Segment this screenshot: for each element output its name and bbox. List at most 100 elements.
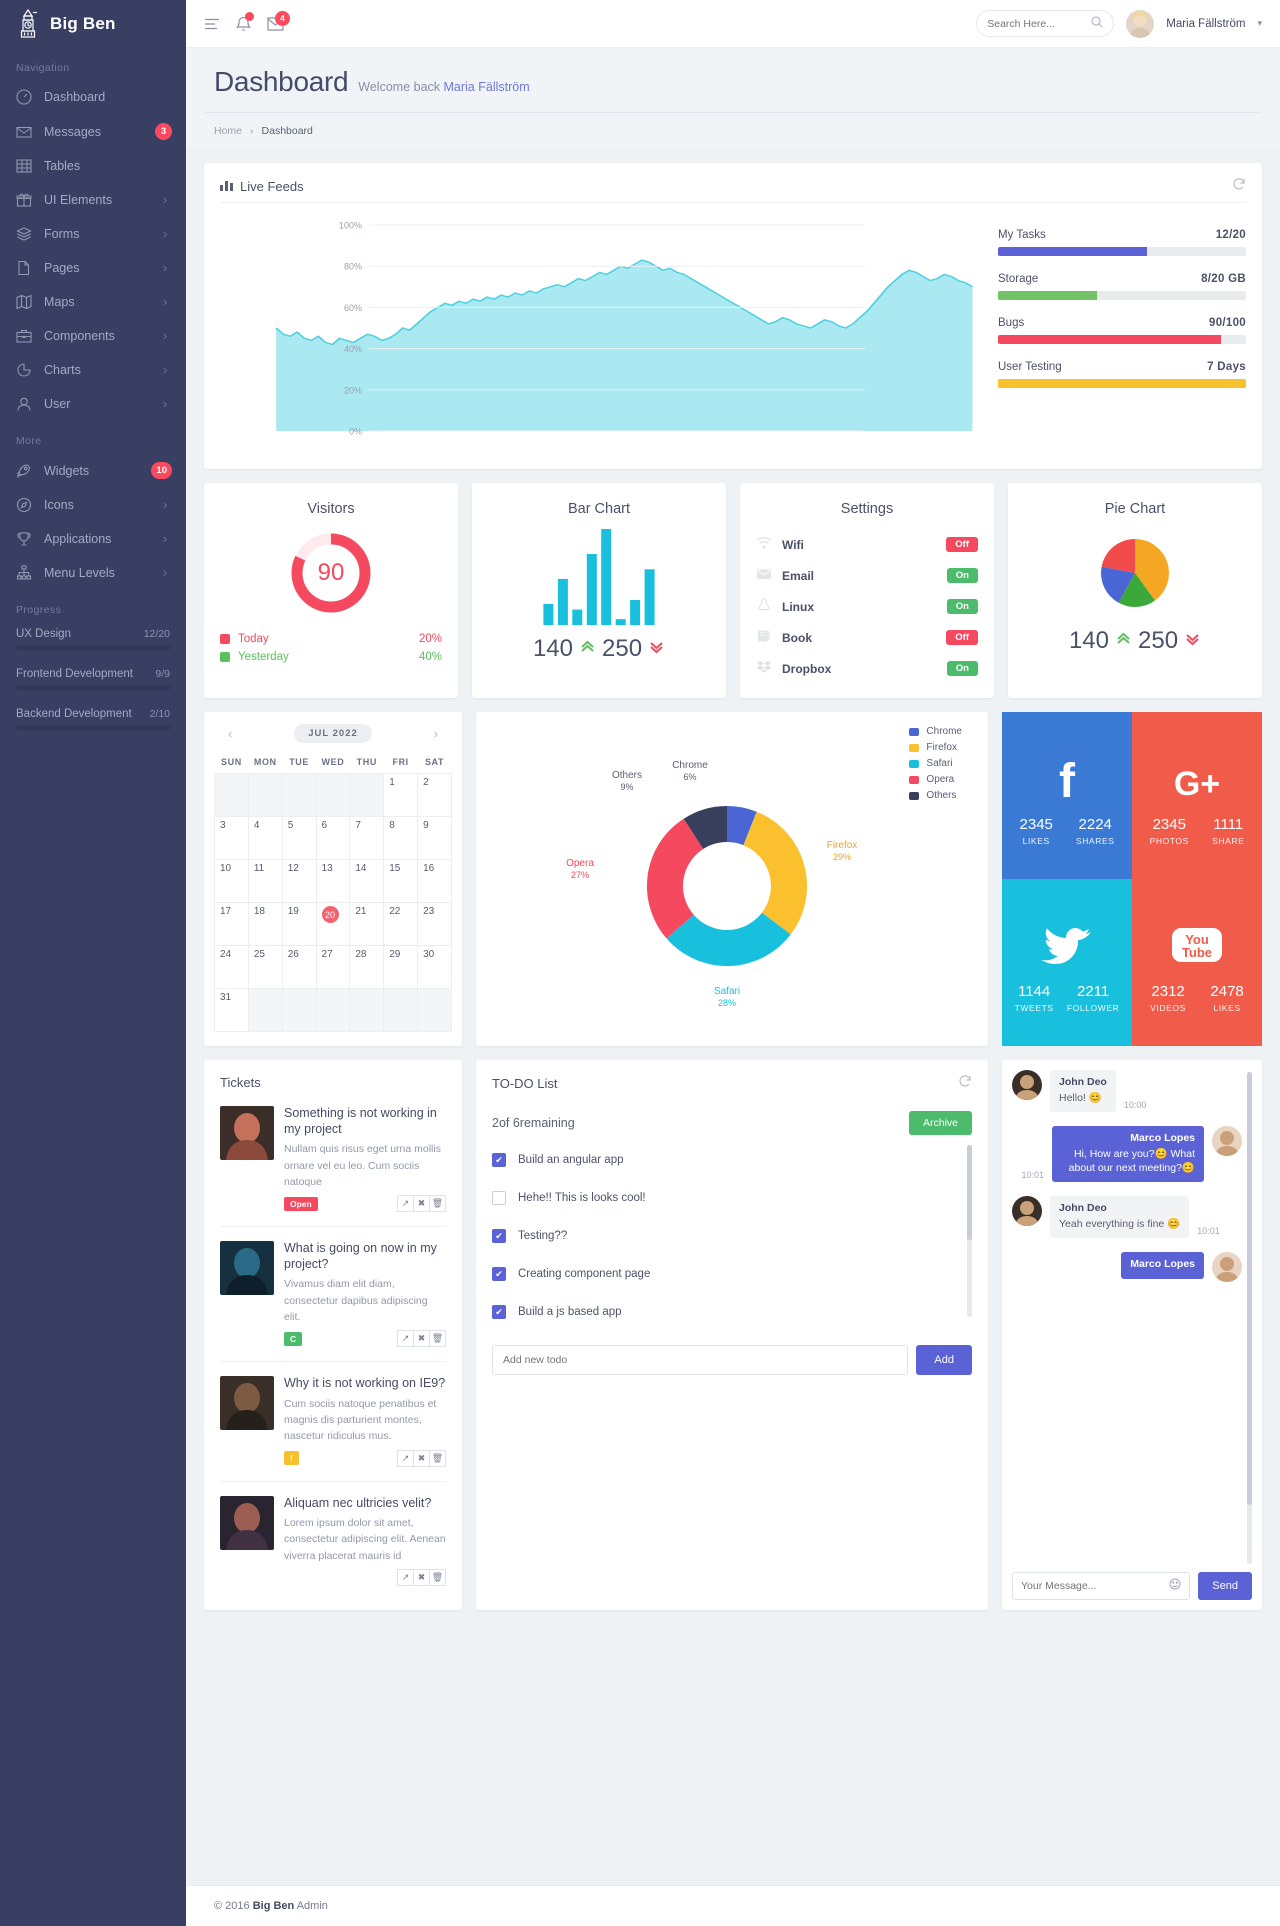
chat-scrollbar[interactable] <box>1247 1072 1252 1564</box>
notifications-bell-icon[interactable] <box>236 12 254 32</box>
calendar-grid[interactable]: SUN MON TUE WED THU FRI SAT 1 2 3 4 5 6 7 8 9 10 11 12 13 14… <box>214 751 452 1032</box>
close-icon[interactable]: ✖ <box>413 1449 430 1467</box>
user-name[interactable]: Maria Fällström <box>1166 18 1245 30</box>
trash-icon[interactable]: 🗑 <box>429 1568 446 1586</box>
refresh-icon[interactable] <box>958 1074 972 1093</box>
sidebar-item-messages[interactable]: Messages 3 <box>0 114 186 149</box>
add-todo-button[interactable]: Add <box>916 1345 972 1375</box>
refresh-icon[interactable] <box>1232 177 1246 196</box>
chat-field[interactable] <box>1012 1571 1191 1600</box>
social-tile-twitter[interactable]: 1144 TWEETS 2211 FOLLOWER <box>1002 879 1132 1046</box>
calendar-cell[interactable]: 24 <box>214 945 249 989</box>
chat-input[interactable] <box>1021 1579 1170 1592</box>
calendar-cell[interactable]: 14 <box>349 859 385 903</box>
breadcrumb-home[interactable]: Home <box>214 125 242 137</box>
calendar-cell[interactable]: 25 <box>247 945 283 989</box>
calendar-cell[interactable]: 23 <box>417 902 452 946</box>
trash-icon[interactable]: 🗑 <box>429 1195 446 1213</box>
chevron-right-icon[interactable]: › <box>434 726 438 741</box>
open-icon[interactable]: ↗ <box>397 1195 414 1213</box>
calendar-cell[interactable]: 13 <box>315 859 351 903</box>
calendar-cell[interactable]: 31 <box>214 988 249 1032</box>
calendar-cell[interactable]: 7 <box>349 816 385 860</box>
sidebar-item-charts[interactable]: Charts › <box>0 353 186 387</box>
todo-checkbox[interactable]: ✔ <box>492 1267 506 1281</box>
calendar-cell[interactable]: 4 <box>247 816 283 860</box>
ticket-title[interactable]: Why it is not working on IE9? <box>284 1376 446 1392</box>
calendar-cell[interactable]: 16 <box>417 859 452 903</box>
social-tile-facebook[interactable]: f 2345 LIKES 2224 SHARES <box>1002 712 1132 879</box>
calendar-cell[interactable]: 27 <box>315 945 351 989</box>
todo-checkbox[interactable]: ✔ <box>492 1305 506 1319</box>
chevron-left-icon[interactable]: ‹ <box>228 726 232 741</box>
sidebar-item-forms[interactable]: Forms › <box>0 217 186 251</box>
calendar-cell[interactable]: 1 <box>383 773 419 817</box>
todo-checkbox[interactable] <box>492 1191 506 1205</box>
calendar-cell[interactable]: 2 <box>417 773 452 817</box>
sidebar-item-components[interactable]: Components › <box>0 319 186 353</box>
calendar-cell[interactable]: 8 <box>383 816 419 860</box>
search-input[interactable] <box>987 17 1092 30</box>
calendar-cell[interactable]: 21 <box>349 902 385 946</box>
trash-icon[interactable]: 🗑 <box>429 1449 446 1467</box>
calendar-month[interactable]: JUL 2022 <box>294 724 372 743</box>
send-button[interactable]: Send <box>1198 1571 1252 1600</box>
todo-input[interactable] <box>492 1345 909 1375</box>
sidebar-item-icons[interactable]: Icons › <box>0 488 186 522</box>
calendar-cell[interactable]: 6 <box>315 816 351 860</box>
todo-scrollbar[interactable] <box>967 1145 972 1317</box>
calendar-cell[interactable]: 10 <box>214 859 249 903</box>
calendar-cell[interactable]: 18 <box>247 902 283 946</box>
sidebar-item-tables[interactable]: Tables <box>0 149 186 183</box>
sidebar-item-applications[interactable]: Applications › <box>0 522 186 556</box>
social-tile-youtube[interactable]: You Tube 2312 VIDEOS 2478 LIKES <box>1132 879 1262 1046</box>
smiley-icon[interactable] <box>1169 1577 1181 1595</box>
calendar-cell[interactable]: 19 <box>281 902 317 946</box>
hamburger-icon[interactable] <box>204 18 220 30</box>
calendar-cell[interactable]: 29 <box>383 945 419 989</box>
open-icon[interactable]: ↗ <box>397 1568 414 1586</box>
trash-icon[interactable]: 🗑 <box>429 1330 446 1348</box>
sidebar-item-user[interactable]: User › <box>0 387 186 421</box>
calendar-cell[interactable]: 3 <box>214 816 249 860</box>
calendar-cell[interactable]: 17 <box>214 902 249 946</box>
todo-item[interactable]: Hehe!! This is looks cool! <box>492 1179 958 1217</box>
sidebar-item-ui-elements[interactable]: UI Elements › <box>0 183 186 217</box>
social-tile-google-plus[interactable]: G+ 2345 PHOTOS 1111 SHARE <box>1132 712 1262 879</box>
ticket-title[interactable]: Aliquam nec ultricies velit? <box>284 1496 446 1512</box>
todo-item[interactable]: ✔ Build a js based app <box>492 1293 958 1331</box>
setting-toggle[interactable]: On <box>946 661 978 676</box>
todo-checkbox[interactable]: ✔ <box>492 1229 506 1243</box>
calendar-cell[interactable]: 5 <box>281 816 317 860</box>
open-icon[interactable]: ↗ <box>397 1449 414 1467</box>
calendar-cell[interactable]: 12 <box>281 859 317 903</box>
calendar-cell[interactable]: 26 <box>281 945 317 989</box>
search-box[interactable] <box>976 10 1115 37</box>
calendar-cell[interactable]: 30 <box>417 945 452 989</box>
close-icon[interactable]: ✖ <box>413 1330 430 1348</box>
close-icon[interactable]: ✖ <box>413 1195 430 1213</box>
calendar-cell[interactable]: 28 <box>349 945 385 989</box>
sidebar-item-maps[interactable]: Maps › <box>0 285 186 319</box>
search-icon[interactable] <box>1091 15 1103 33</box>
sidebar-item-widgets[interactable]: Widgets 10 <box>0 453 186 488</box>
calendar-cell[interactable]: 9 <box>417 816 452 860</box>
ticket-title[interactable]: What is going on now in my project? <box>284 1241 446 1272</box>
sidebar-item-menu-levels[interactable]: Menu Levels › <box>0 556 186 590</box>
todo-checkbox[interactable]: ✔ <box>492 1153 506 1167</box>
todo-item[interactable]: ✔ Creating component page <box>492 1255 958 1293</box>
setting-toggle[interactable]: On <box>946 599 978 614</box>
open-icon[interactable]: ↗ <box>397 1330 414 1348</box>
chevron-down-icon[interactable]: ▾ <box>1257 18 1262 29</box>
ticket-title[interactable]: Something is not working in my project <box>284 1106 446 1137</box>
archive-button[interactable]: Archive <box>908 1111 972 1135</box>
setting-toggle[interactable]: Off <box>946 537 978 552</box>
close-icon[interactable]: ✖ <box>413 1568 430 1586</box>
sidebar-item-dashboard[interactable]: Dashboard <box>0 80 186 114</box>
setting-toggle[interactable]: Off <box>946 630 978 645</box>
todo-item[interactable]: ✔ Testing?? <box>492 1217 958 1255</box>
todo-item[interactable]: ✔ Build an angular app <box>492 1141 958 1179</box>
messages-envelope-icon[interactable]: 4 <box>267 10 290 31</box>
calendar-cell-today[interactable]: 20 <box>315 902 351 946</box>
calendar-cell[interactable]: 15 <box>383 859 419 903</box>
